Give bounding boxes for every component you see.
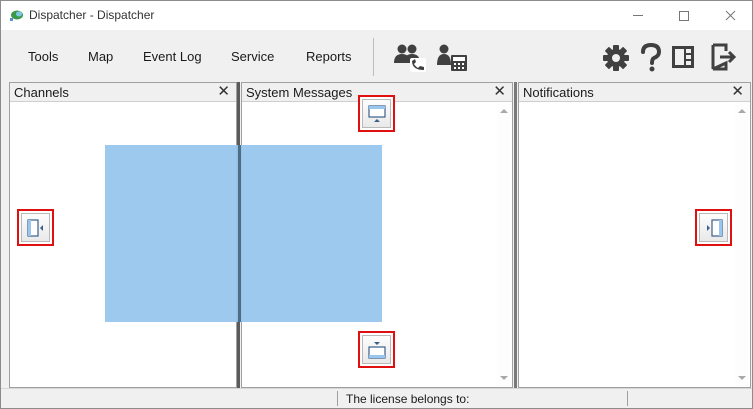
menu-tools[interactable]: Tools	[28, 49, 58, 64]
app-icon	[10, 10, 23, 21]
dock-bottom-icon	[367, 341, 386, 359]
menu-service[interactable]: Service	[231, 49, 274, 64]
title-bar: Dispatcher - Dispatcher	[1, 1, 752, 30]
dock-right-button	[699, 213, 728, 242]
dispatcher-window: Dispatcher - Dispatcher Tools Map Event …	[0, 0, 753, 409]
notifications-panel-header: Notifications ✕	[519, 83, 750, 102]
dock-right-target[interactable]	[695, 209, 732, 246]
dock-top-target[interactable]	[358, 95, 395, 132]
close-button[interactable]	[707, 1, 752, 30]
dock-preview-area	[105, 145, 382, 322]
notifications-panel-title: Notifications	[523, 85, 594, 100]
scroll-up-icon[interactable]	[738, 109, 746, 113]
dock-bottom-button	[362, 335, 391, 364]
panel-splitter-right[interactable]	[514, 82, 517, 388]
maximize-icon	[679, 10, 689, 21]
contacts-phone-icon[interactable]	[394, 43, 428, 73]
minimize-icon	[633, 15, 643, 16]
dock-left-button	[21, 213, 50, 242]
menu-reports[interactable]: Reports	[306, 49, 352, 64]
scroll-up-icon[interactable]	[500, 109, 508, 113]
dock-left-target[interactable]	[17, 209, 54, 246]
scroll-down-icon[interactable]	[738, 376, 746, 380]
dock-top-button	[362, 99, 391, 128]
close-icon	[725, 10, 735, 21]
status-separator	[627, 391, 628, 406]
notifications-panel-close-button[interactable]: ✕	[731, 83, 744, 101]
status-bar: The license belongs to:	[1, 388, 752, 408]
settings-gear-icon[interactable]	[603, 45, 629, 71]
channels-panel-title: Channels	[14, 85, 69, 100]
minimize-button[interactable]	[615, 1, 661, 30]
system-messages-panel-close-button[interactable]: ✕	[493, 83, 506, 101]
menu-map[interactable]: Map	[88, 49, 113, 64]
channels-panel-header: Channels ✕	[10, 83, 236, 102]
dock-top-icon	[367, 104, 386, 122]
menu-bar: Tools Map Event Log Service Reports	[1, 30, 752, 82]
scroll-down-icon[interactable]	[500, 376, 508, 380]
exit-icon[interactable]	[710, 43, 736, 71]
system-messages-scrollbar[interactable]	[497, 103, 511, 386]
notifications-scrollbar[interactable]	[735, 103, 749, 386]
license-status-text: The license belongs to:	[346, 392, 470, 406]
help-icon[interactable]	[640, 43, 662, 73]
system-messages-panel-title: System Messages	[246, 85, 353, 100]
maximize-button[interactable]	[661, 1, 707, 30]
dock-bottom-target[interactable]	[358, 331, 395, 368]
dock-left-icon	[26, 218, 43, 237]
channels-panel-close-button[interactable]: ✕	[217, 83, 230, 101]
dock-preview-divider	[238, 145, 241, 322]
dock-right-icon	[706, 218, 723, 237]
window-title: Dispatcher - Dispatcher	[29, 8, 155, 22]
toolbar-separator	[373, 38, 374, 76]
layout-panel-icon[interactable]	[671, 45, 695, 69]
menu-event-log[interactable]: Event Log	[143, 49, 202, 64]
contact-fax-icon[interactable]	[437, 43, 469, 73]
status-separator	[337, 391, 338, 406]
